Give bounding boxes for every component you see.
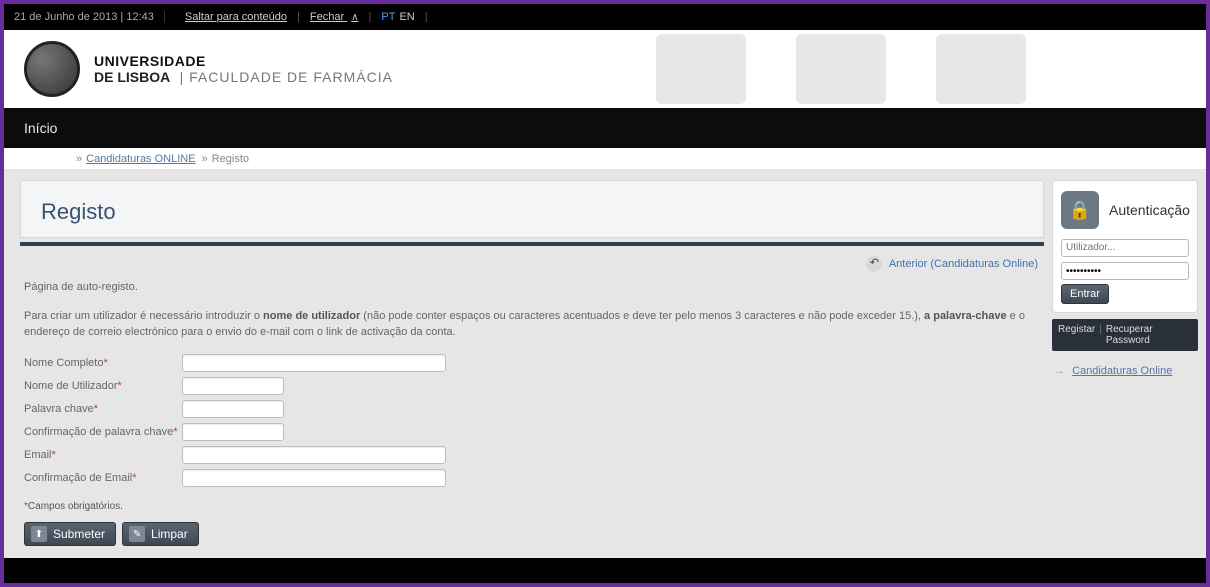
chevron-right-icon: » (202, 153, 208, 165)
auth-title: Autenticação (1109, 202, 1190, 218)
label-conf-palavra: Confirmação de palavra chave* (24, 426, 182, 438)
chevron-up-icon: ∧ (351, 12, 358, 23)
breadcrumb-current: Registo (212, 153, 249, 165)
faculty-name: | FACULDADE DE FARMÁCIA (180, 69, 393, 85)
breadcrumb-candidaturas[interactable]: Candidaturas ONLINE (86, 153, 195, 165)
label-nome-utilizador: Nome de Utilizador* (24, 380, 182, 392)
password-input[interactable] (1061, 262, 1189, 280)
side-link-row: → Candidaturas Online (1052, 361, 1198, 381)
nome-utilizador-input[interactable] (182, 377, 284, 395)
label-conf-email: Confirmação de Email* (24, 472, 182, 484)
required-note: *Campos obrigatórios. (24, 501, 1040, 512)
lang-en-link[interactable]: EN (399, 11, 414, 23)
register-bar: Registar | Recuperar Password (1052, 319, 1198, 351)
edit-icon: ✎ (129, 526, 145, 542)
registar-link[interactable]: Registar (1058, 324, 1095, 346)
submit-button[interactable]: ⬆ Submeter (24, 522, 116, 546)
auth-box: 🔒 Autenticação Entrar (1052, 180, 1198, 313)
university-name-line2: DE LISBOA | FACULDADE DE FARMÁCIA (94, 69, 393, 85)
enter-button[interactable]: Entrar (1061, 284, 1109, 304)
username-input[interactable] (1061, 239, 1189, 257)
upload-icon: ⬆ (31, 526, 47, 542)
panel-header: Registo (20, 180, 1044, 238)
recuperar-password-link[interactable]: Recuperar Password (1106, 324, 1192, 346)
info-text: Para criar um utilizador é necessário in… (24, 309, 1040, 340)
chevron-right-icon: » (76, 153, 82, 165)
palavra-chave-input[interactable] (182, 400, 284, 418)
university-name-line1: UNIVERSIDADE (94, 53, 393, 69)
close-link[interactable]: Fechar ∧ (310, 11, 359, 23)
label-email: Email* (24, 449, 182, 461)
arrow-right-icon: → (1054, 365, 1065, 377)
back-link[interactable]: Anterior (Candidaturas Online) (889, 258, 1038, 270)
skip-link[interactable]: Saltar para conteúdo (185, 11, 287, 23)
intro-text: Página de auto-registo. (24, 280, 1040, 295)
nav-home[interactable]: Início (24, 120, 57, 136)
lang-pt-link[interactable]: PT (381, 11, 395, 23)
breadcrumb: » Candidaturas ONLINE » Registo (4, 148, 1206, 170)
nome-completo-input[interactable] (182, 354, 446, 372)
datetime: 21 de Junho de 2013 | 12:43 (14, 11, 165, 23)
page-title: Registo (41, 199, 1023, 225)
candidaturas-online-link[interactable]: Candidaturas Online (1072, 365, 1172, 377)
label-palavra-chave: Palavra chave* (24, 403, 182, 415)
email-input[interactable] (182, 446, 446, 464)
lock-icon: 🔒 (1061, 191, 1099, 229)
conf-palavra-input[interactable] (182, 423, 284, 441)
clear-button[interactable]: ✎ Limpar (122, 522, 199, 546)
main-nav: Início (4, 108, 1206, 148)
topbar: 21 de Junho de 2013 | 12:43 Saltar para … (4, 4, 1206, 30)
label-nome-completo: Nome Completo* (24, 357, 182, 369)
header-decoration (656, 34, 1026, 104)
university-seal-icon (24, 41, 80, 97)
header: UNIVERSIDADE DE LISBOA | FACULDADE DE FA… (4, 30, 1206, 108)
conf-email-input[interactable] (182, 469, 446, 487)
back-arrow-icon: ↶ (866, 256, 882, 272)
